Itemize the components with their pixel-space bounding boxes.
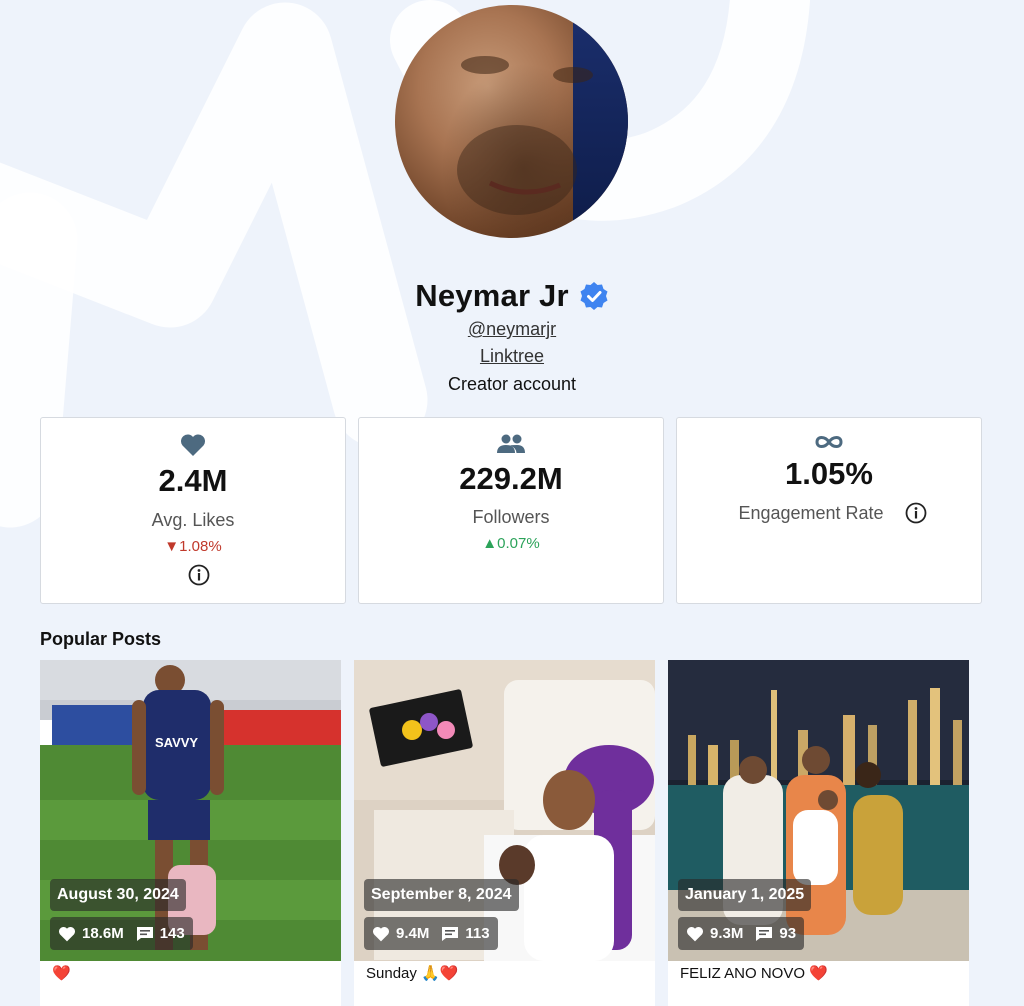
profile-name: Neymar Jr xyxy=(415,278,569,313)
post-card[interactable]: January 1, 2025 9.3M 93 FELIZ ANO NOVO ❤… xyxy=(668,660,969,1006)
post-date: January 1, 2025 xyxy=(678,879,812,911)
post-image[interactable] xyxy=(354,660,655,961)
post-card[interactable]: September 8, 2024 9.4M 113 Sunday 🙏❤️ xyxy=(354,660,655,1006)
avg-likes-value: 2.4M xyxy=(158,463,228,498)
post-likes: 9.3M xyxy=(710,925,744,942)
heart-icon xyxy=(58,926,76,941)
info-icon[interactable] xyxy=(188,564,210,586)
post-card[interactable]: SAVVY August 30, 2024 18.6M 143 ❤️ xyxy=(40,660,341,1006)
heart-icon xyxy=(180,434,206,456)
post-caption: Sunday 🙏❤️ xyxy=(366,965,459,982)
stat-card-avg-likes: 2.4M Avg. Likes ▼1.08% xyxy=(40,417,346,604)
popular-posts-title: Popular Posts xyxy=(40,629,162,649)
followers-label: Followers xyxy=(472,507,550,527)
account-type: Creator account xyxy=(447,374,577,394)
people-icon xyxy=(497,434,525,453)
post-stats: 18.6M 143 xyxy=(50,917,193,950)
linktree-link[interactable]: Linktree xyxy=(0,343,1024,370)
svg-text:SAVVY: SAVVY xyxy=(155,735,198,750)
infinity-icon xyxy=(815,436,843,448)
stat-card-engagement-rate: 1.05% Engagement Rate xyxy=(676,417,982,604)
profile-avatar xyxy=(395,5,628,238)
profile-handle-link[interactable]: @neymarjr xyxy=(0,316,1024,343)
post-comments: 93 xyxy=(779,925,797,942)
post-likes: 18.6M xyxy=(82,925,124,942)
avg-likes-label: Avg. Likes xyxy=(151,510,235,530)
avg-likes-change: ▼1.08% xyxy=(164,538,222,555)
engagement-rate-value: 1.05% xyxy=(785,456,873,491)
post-comments: 143 xyxy=(159,925,185,942)
stat-card-followers: 229.2M Followers ▲0.07% xyxy=(358,417,664,604)
comment-icon xyxy=(136,926,153,941)
comment-icon xyxy=(442,926,459,941)
info-icon[interactable] xyxy=(905,502,927,524)
heart-icon xyxy=(372,926,390,941)
post-stats: 9.4M 113 xyxy=(364,917,498,950)
post-stats: 9.3M 93 xyxy=(678,917,805,950)
post-date: August 30, 2024 xyxy=(50,879,186,911)
followers-value: 229.2M xyxy=(459,461,563,496)
post-caption: ❤️ xyxy=(52,965,71,982)
heart-icon xyxy=(686,926,704,941)
post-image[interactable] xyxy=(668,660,969,961)
post-date: September 8, 2024 xyxy=(364,879,519,911)
post-comments: 113 xyxy=(465,925,490,942)
verified-badge-icon xyxy=(580,282,608,310)
comment-icon xyxy=(756,926,773,941)
followers-change: ▲0.07% xyxy=(482,535,540,552)
profile-header: Neymar Jr @neymarjr Linktree Creator acc… xyxy=(0,276,1024,398)
post-image[interactable]: SAVVY xyxy=(40,660,341,961)
post-likes: 9.4M xyxy=(396,925,430,942)
post-caption: FELIZ ANO NOVO ❤️ xyxy=(680,965,828,982)
